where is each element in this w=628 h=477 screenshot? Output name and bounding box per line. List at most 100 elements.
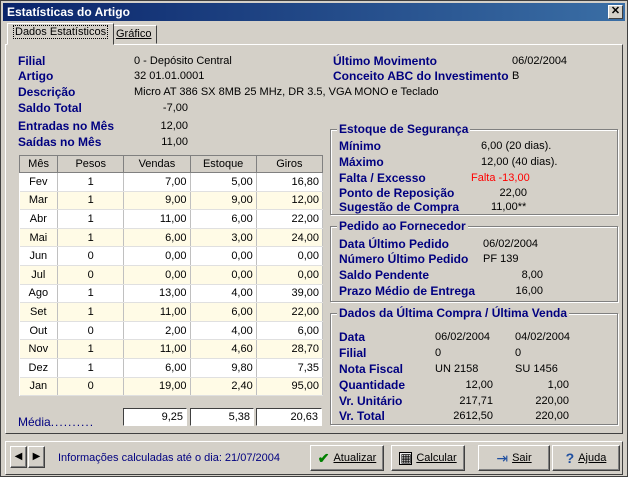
maximo-value: 12,00 (40 dias). xyxy=(481,156,558,168)
nav-prev-button[interactable]: ◀ xyxy=(10,446,27,468)
compra-quantidade: 12,00 xyxy=(465,379,493,391)
compra-filial: 0 xyxy=(435,347,442,359)
exit-icon: ⇥ xyxy=(496,450,509,466)
ultima-data-label: Data xyxy=(339,330,366,344)
table-row[interactable]: Out 0 2,00 4,00 6,00 xyxy=(19,321,324,341)
calculator-icon: ▦ xyxy=(399,450,413,465)
ultimo-movimento-value: 06/02/2004 xyxy=(512,55,568,67)
check-icon: ✔ xyxy=(317,450,330,466)
prev-arrow-icon: ◀ xyxy=(14,451,23,462)
status-text: Informações calculadas até o dia: 21/07/… xyxy=(58,452,280,464)
ultima-title: Dados da Última Compra / Última Venda xyxy=(337,306,570,320)
venda-quantidade: 1,00 xyxy=(547,379,569,391)
statistics-window: Estatísticas do Artigo ✕ Dados Estatísti… xyxy=(0,0,628,477)
numero-pedido-value: PF 139 xyxy=(483,253,519,265)
sugestao-label: Sugestão de Compra xyxy=(339,200,460,214)
media-label: Média.......... xyxy=(18,415,95,429)
table-row[interactable]: Mai 1 6,00 3,00 24,00 xyxy=(19,228,324,248)
abc-label: Conceito ABC do Investimento xyxy=(333,69,509,83)
abc-value: B xyxy=(512,70,520,82)
sugestao-value: 11,00** xyxy=(491,201,527,213)
compra-nota: UN 2158 xyxy=(435,363,479,375)
ajuda-button[interactable]: ? Ajuda xyxy=(552,445,620,471)
minimo-label: Mínimo xyxy=(339,139,381,153)
descricao-label: Descrição xyxy=(18,85,76,99)
media-estoque: 5,38 xyxy=(190,408,254,426)
table-row[interactable]: Jul 0 0,00 0,00 0,00 xyxy=(19,265,324,285)
ultima-filial-label: Filial xyxy=(339,346,367,360)
ultima-nota-label: Nota Fiscal xyxy=(339,362,404,376)
ultima-quantidade-label: Quantidade xyxy=(339,378,406,392)
footer-bar: ◀ ▶ Informações calculadas até o dia: 21… xyxy=(5,441,623,475)
ultima-total-label: Vr. Total xyxy=(339,409,385,423)
saldo-pendente-value: 8,00 xyxy=(521,269,543,281)
filial-label: Filial xyxy=(18,54,46,68)
col-pesos[interactable]: Pesos xyxy=(57,155,125,173)
compra-data: 06/02/2004 xyxy=(435,331,491,343)
media-vendas: 9,25 xyxy=(123,408,187,426)
tab-grafico[interactable]: Gráfico xyxy=(110,25,158,44)
artigo-value: 32 01.01.0001 xyxy=(134,70,205,82)
statistics-table: Mês Pesos Vendas Estoque Giros Fev 1 7,00 5… xyxy=(18,155,324,397)
table-row[interactable]: Jun 0 0,00 0,00 0,00 xyxy=(19,246,324,266)
saldo-value: -7,00 xyxy=(162,102,188,114)
col-vendas[interactable]: Vendas xyxy=(123,155,191,173)
table-row[interactable]: Abr 1 11,00 6,00 22,00 xyxy=(19,209,324,229)
table-row[interactable]: Nov 1 11,00 4,60 28,70 xyxy=(19,339,324,359)
close-icon: ✕ xyxy=(610,5,621,17)
table-row[interactable]: Dez 1 6,00 9,80 7,35 xyxy=(19,358,324,378)
pedido-group: Pedido ao Fornecedor Data Último Pedido … xyxy=(330,219,618,302)
window-title: Estatísticas do Artigo xyxy=(7,5,130,19)
table-row[interactable]: Set 1 11,00 6,00 22,00 xyxy=(19,302,324,322)
reposicao-label: Ponto de Reposição xyxy=(339,186,455,200)
entradas-value: 12,00 xyxy=(160,120,188,132)
tab-dados-estatisticos[interactable]: Dados Estatísticos xyxy=(7,23,115,45)
estoque-title: Estoque de Segurança xyxy=(337,122,471,136)
atualizar-button[interactable]: ✔ Atualizar xyxy=(310,445,384,471)
saidas-value: 11,00 xyxy=(161,136,188,148)
falta-value: Falta -13,00 xyxy=(471,172,530,184)
prazo-label: Prazo Médio de Entrega xyxy=(339,284,476,298)
main-panel: Filial 0 - Depósito Central Artigo 32 01… xyxy=(5,44,623,434)
table-row[interactable]: Fev 1 7,00 5,00 16,80 xyxy=(19,172,324,192)
calcular-button[interactable]: ▦ Calcular xyxy=(391,445,465,471)
compra-unitario: 217,71 xyxy=(459,395,493,407)
minimo-value: 6,00 (20 dias). xyxy=(481,140,552,152)
venda-nota: SU 1456 xyxy=(515,363,558,375)
falta-label: Falta / Excesso xyxy=(339,171,426,185)
entradas-label: Entradas no Mês xyxy=(18,119,115,133)
descricao-value: Micro AT 386 SX 8MB 25 MHz, DR 3.5, VGA … xyxy=(134,86,439,98)
venda-unitario: 220,00 xyxy=(535,395,569,407)
table-row[interactable]: Jan 0 19,00 2,40 95,00 xyxy=(19,377,324,397)
estoque-group: Estoque de Segurança Mínimo 6,00 (20 dia… xyxy=(330,122,618,215)
sair-button[interactable]: ⇥ Sair xyxy=(478,445,550,471)
table-row[interactable]: Ago 1 13,00 4,00 39,00 xyxy=(19,284,324,304)
col-giros[interactable]: Giros xyxy=(255,155,324,173)
prazo-value: 16,00 xyxy=(515,285,543,297)
compra-total: 2612,50 xyxy=(453,410,493,422)
ultimo-movimento-label: Último Movimento xyxy=(333,54,437,68)
next-arrow-icon: ▶ xyxy=(32,451,41,462)
col-estoque[interactable]: Estoque xyxy=(189,155,257,173)
nav-next-button[interactable]: ▶ xyxy=(28,446,45,468)
title-bar: Estatísticas do Artigo ✕ xyxy=(3,3,625,21)
saldo-pendente-label: Saldo Pendente xyxy=(339,268,430,282)
data-ultimo-pedido-value: 06/02/2004 xyxy=(483,238,539,250)
saldo-label: Saldo Total xyxy=(18,101,82,115)
artigo-label: Artigo xyxy=(18,69,54,83)
media-giros: 20,63 xyxy=(256,408,322,426)
venda-total: 220,00 xyxy=(535,410,569,422)
close-button[interactable]: ✕ xyxy=(608,5,623,19)
ultima-group: Dados da Última Compra / Última Venda Da… xyxy=(330,306,618,425)
data-ultimo-pedido-label: Data Último Pedido xyxy=(339,237,450,251)
col-mes[interactable]: Mês xyxy=(18,155,59,173)
venda-filial: 0 xyxy=(515,347,522,359)
filial-value: 0 - Depósito Central xyxy=(134,55,232,67)
reposicao-value: 22,00 xyxy=(499,187,527,199)
table-row[interactable]: Mar 1 9,00 9,00 12,00 xyxy=(19,191,324,211)
pedido-title: Pedido ao Fornecedor xyxy=(337,219,468,233)
venda-data: 04/02/2004 xyxy=(515,331,571,343)
numero-pedido-label: Número Último Pedido xyxy=(339,252,469,266)
saidas-label: Saídas no Mês xyxy=(18,135,102,149)
help-icon: ? xyxy=(565,450,575,466)
